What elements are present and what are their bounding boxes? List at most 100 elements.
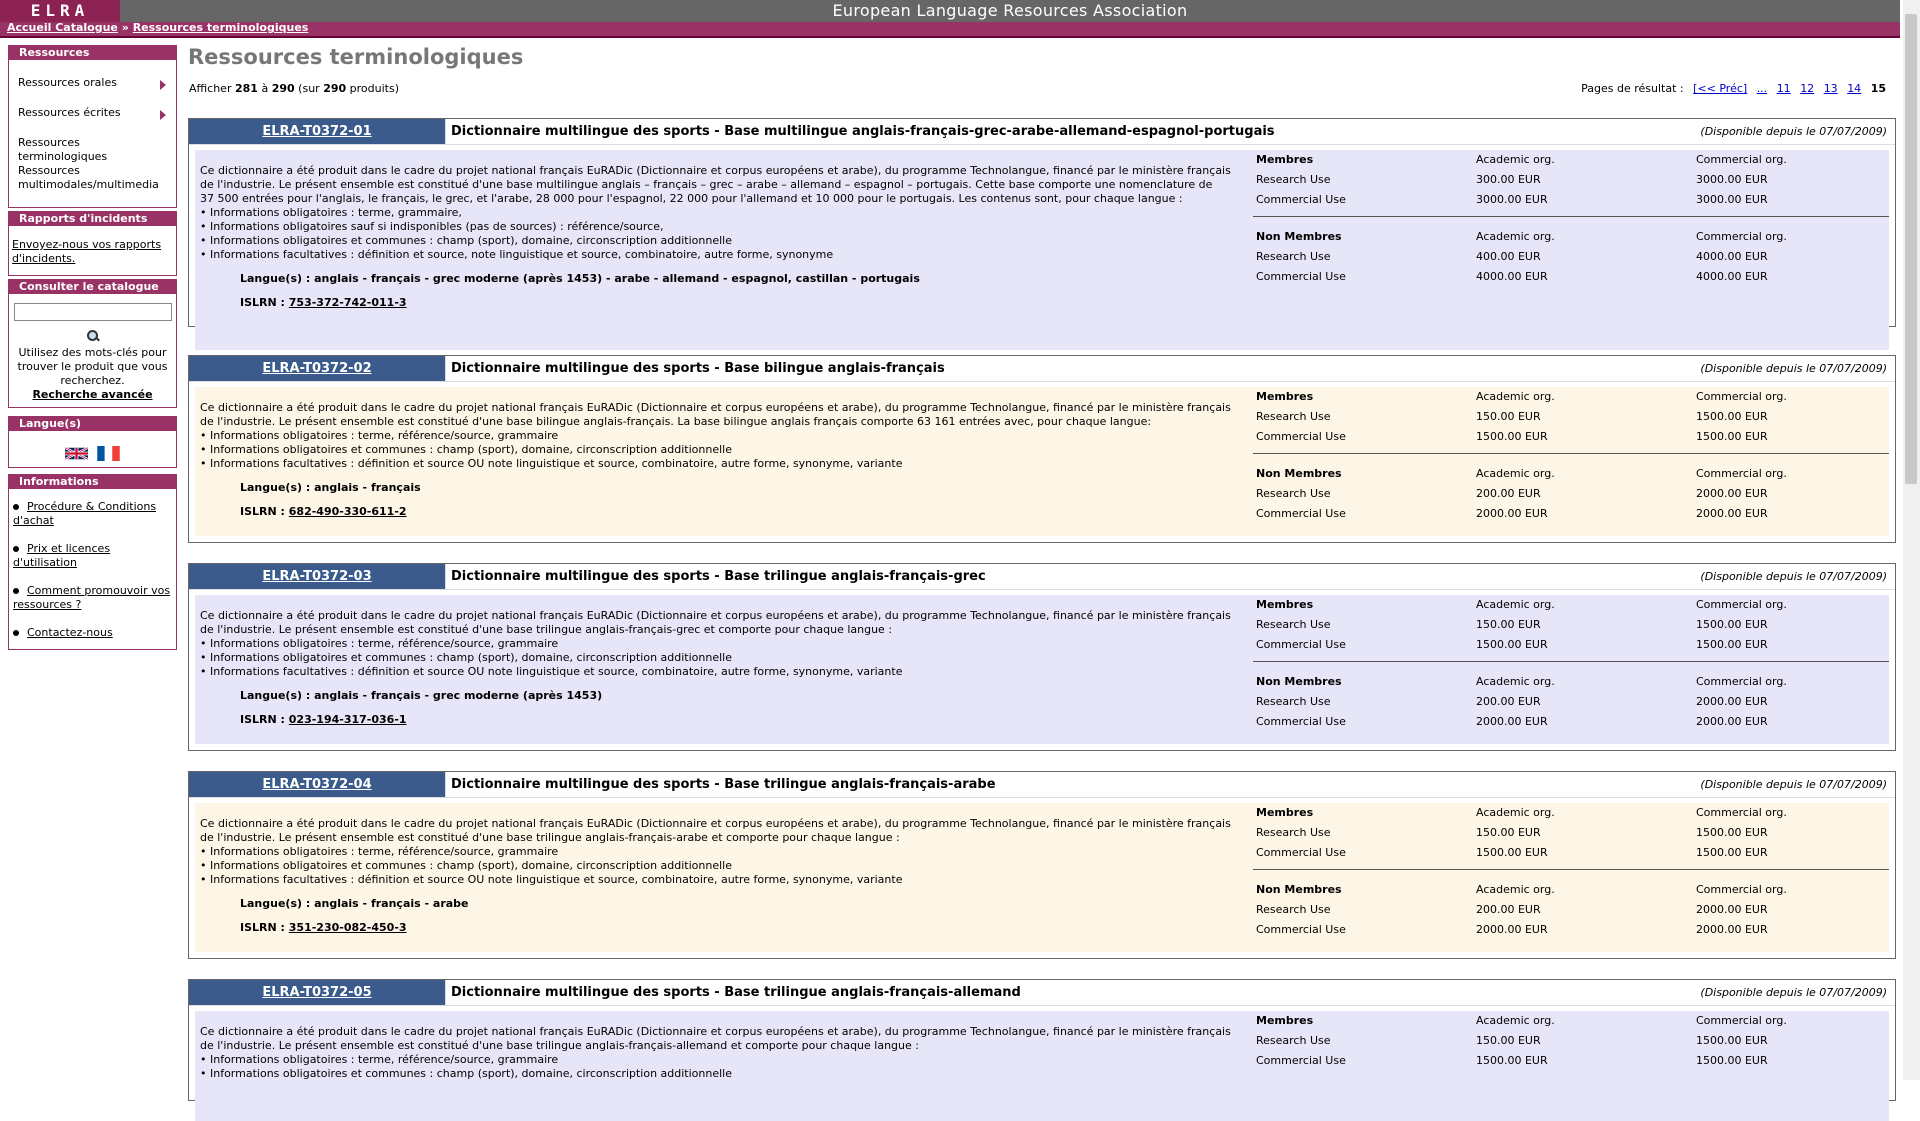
incident-reports-title: Rapports d'incidents	[9, 212, 176, 226]
pagination-page-13[interactable]: 13	[1824, 82, 1838, 95]
pagination-page-12[interactable]: 12	[1800, 82, 1814, 95]
menu-item-oral[interactable]: Ressources orales	[9, 76, 176, 90]
product-languages: Langue(s) : anglais - français - arabe	[240, 897, 469, 910]
commercial-header: Commercial org.	[1696, 390, 1787, 403]
price-divider	[1253, 661, 1889, 664]
price-commercial-commercial: 1500.00 EUR	[1696, 846, 1768, 859]
product-name: Dictionnaire multilingue des sports - Ba…	[451, 569, 986, 584]
product-card: ELRA-T0372-03 Dictionnaire multilingue de…	[188, 563, 1896, 751]
description-line: • Informations facultatives : définition…	[200, 665, 903, 678]
menu-item-oral-label: Ressources orales	[18, 76, 117, 89]
research-use-label: Research Use	[1256, 618, 1331, 631]
price-commercial-commercial: 2000.00 EUR	[1696, 507, 1768, 520]
promote-resources-link[interactable]: Comment promouvoir vos ressources ?	[13, 584, 170, 611]
islrn-link[interactable]: 023-194-317-036-1	[289, 713, 407, 726]
menu-item-written[interactable]: Ressources écrites	[9, 106, 176, 120]
price-research-commercial: 1500.00 EUR	[1696, 1034, 1768, 1047]
description-line: • Informations obligatoires et communes …	[200, 1067, 732, 1080]
description-line: • Informations obligatoires et communes …	[200, 651, 732, 664]
price-commercial-commercial: 4000.00 EUR	[1696, 270, 1768, 283]
incident-report-link[interactable]: Envoyez-nous vos rapports d'incidents.	[12, 238, 161, 265]
price-commercial-academic: 1500.00 EUR	[1476, 638, 1548, 651]
pagination-page-14[interactable]: 14	[1847, 82, 1861, 95]
academic-header: Academic org.	[1476, 1014, 1555, 1027]
price-divider	[1253, 453, 1889, 456]
search-icon[interactable]	[86, 329, 100, 343]
incident-reports-box: Rapports d'incidents Envoyez-nous vos ra…	[8, 211, 177, 276]
price-divider	[1253, 216, 1889, 219]
price-commercial-academic: 2000.00 EUR	[1476, 715, 1548, 728]
product-ref-link[interactable]: ELRA-T0372-03	[262, 569, 371, 584]
commercial-header: Commercial org.	[1696, 883, 1787, 896]
islrn-link[interactable]: 682-490-330-611-2	[289, 505, 407, 518]
vertical-scrollbar[interactable]	[1903, 0, 1920, 1080]
product-header: ELRA-T0372-05 Dictionnaire multilingue de…	[189, 980, 1895, 1006]
islrn-link[interactable]: 351-230-082-450-3	[289, 921, 407, 934]
pagination-ellipsis-link[interactable]: ...	[1757, 82, 1768, 95]
price-research-academic: 300.00 EUR	[1476, 173, 1541, 186]
product-card: ELRA-T0372-02 Dictionnaire multilingue de…	[188, 355, 1896, 543]
price-research-academic: 400.00 EUR	[1476, 250, 1541, 263]
commercial-use-label: Commercial Use	[1256, 715, 1346, 728]
pagination-page-11[interactable]: 11	[1777, 82, 1791, 95]
catalogue-search-input[interactable]	[13, 303, 172, 321]
description-line: • Informations facultatives : définition…	[200, 873, 903, 886]
product-ref-link[interactable]: ELRA-T0372-01	[262, 124, 371, 139]
product-ref-link[interactable]: ELRA-T0372-04	[262, 777, 371, 792]
product-date: (Disponible depuis le 07/07/2009)	[1700, 570, 1887, 583]
description-line: • Informations obligatoires : terme, réf…	[200, 637, 559, 650]
research-use-label: Research Use	[1256, 1034, 1331, 1047]
price-research-commercial: 2000.00 EUR	[1696, 903, 1768, 916]
price-commercial-academic: 4000.00 EUR	[1476, 270, 1548, 283]
product-ref-link[interactable]: ELRA-T0372-02	[262, 361, 371, 376]
commercial-use-label: Commercial Use	[1256, 507, 1346, 520]
price-commercial-commercial: 1500.00 EUR	[1696, 1054, 1768, 1067]
islrn-label: ISLRN :	[240, 713, 285, 726]
price-group-label: Non Membres	[1256, 883, 1342, 896]
product-islrn: ISLRN : 023-194-317-036-1	[200, 713, 1250, 727]
pagination-prev-link[interactable]: [<< Préc]	[1693, 82, 1747, 95]
product-islrn: ISLRN : 753-372-742-011-3	[200, 296, 1250, 310]
menu-item-terminology[interactable]: Ressources terminologiques	[9, 136, 176, 164]
product-languages: Langue(s) : anglais - français	[240, 481, 421, 494]
contact-link[interactable]: Contactez-nous	[27, 626, 113, 639]
price-tables: Membres Academic org. Commercial org. Resea…	[1253, 387, 1889, 524]
breadcrumb-current-link[interactable]: Ressources terminologiques	[133, 21, 309, 34]
purchase-conditions-link[interactable]: Procédure & Conditions d'achat	[13, 500, 156, 527]
arrow-right-icon	[160, 110, 166, 120]
informations-box: Informations Procédure & Conditions d'ac…	[8, 474, 177, 650]
islrn-link[interactable]: 753-372-742-011-3	[289, 296, 407, 309]
menu-item-multimodal[interactable]: Ressources multimodales/multimedia	[9, 164, 176, 192]
academic-header: Academic org.	[1476, 153, 1555, 166]
linguistic-resources-box: Ressources Linguistiques Ressources oral…	[8, 45, 177, 208]
description-line: de l'industrie. Le présent ensemble est …	[200, 1039, 919, 1052]
price-research-academic: 150.00 EUR	[1476, 410, 1541, 423]
islrn-label: ISLRN :	[240, 921, 285, 934]
product-ref-link[interactable]: ELRA-T0372-05	[262, 985, 371, 1000]
menu-item-written-label: Ressources écrites	[18, 106, 121, 119]
description-line: • Informations obligatoires et communes …	[200, 859, 732, 872]
product-islrn: ISLRN : 682-490-330-611-2	[200, 505, 1250, 519]
price-research-academic: 200.00 EUR	[1476, 695, 1541, 708]
language-title: Langue(s)	[9, 417, 176, 431]
product-body: Ce dictionnaire a été produit dans le ca…	[195, 803, 1889, 952]
price-group-label: Membres	[1256, 1014, 1314, 1027]
description-line: Ce dictionnaire a été produit dans le ca…	[200, 401, 1231, 414]
academic-header: Academic org.	[1476, 230, 1555, 243]
price-research-commercial: 2000.00 EUR	[1696, 695, 1768, 708]
elra-logo[interactable]: ELRA	[0, 0, 120, 22]
product-description: Ce dictionnaire a été produit dans le ca…	[195, 595, 1250, 727]
breadcrumb-divider	[0, 36, 1900, 38]
french-flag-icon[interactable]	[97, 446, 120, 461]
uk-flag-icon[interactable]	[64, 446, 88, 461]
commercial-use-label: Commercial Use	[1256, 923, 1346, 936]
price-commercial-commercial: 3000.00 EUR	[1696, 193, 1768, 206]
advanced-search-link[interactable]: Recherche avancée	[9, 388, 176, 402]
product-ref-cell: ELRA-T0372-03	[189, 564, 446, 589]
commercial-use-label: Commercial Use	[1256, 638, 1346, 651]
commercial-use-label: Commercial Use	[1256, 1054, 1346, 1067]
scrollbar-thumb[interactable]	[1905, 14, 1917, 484]
pricing-licences-link[interactable]: Prix et licences d'utilisation	[13, 542, 110, 569]
price-research-commercial: 1500.00 EUR	[1696, 618, 1768, 631]
breadcrumb-home-link[interactable]: Accueil Catalogue	[7, 21, 118, 34]
